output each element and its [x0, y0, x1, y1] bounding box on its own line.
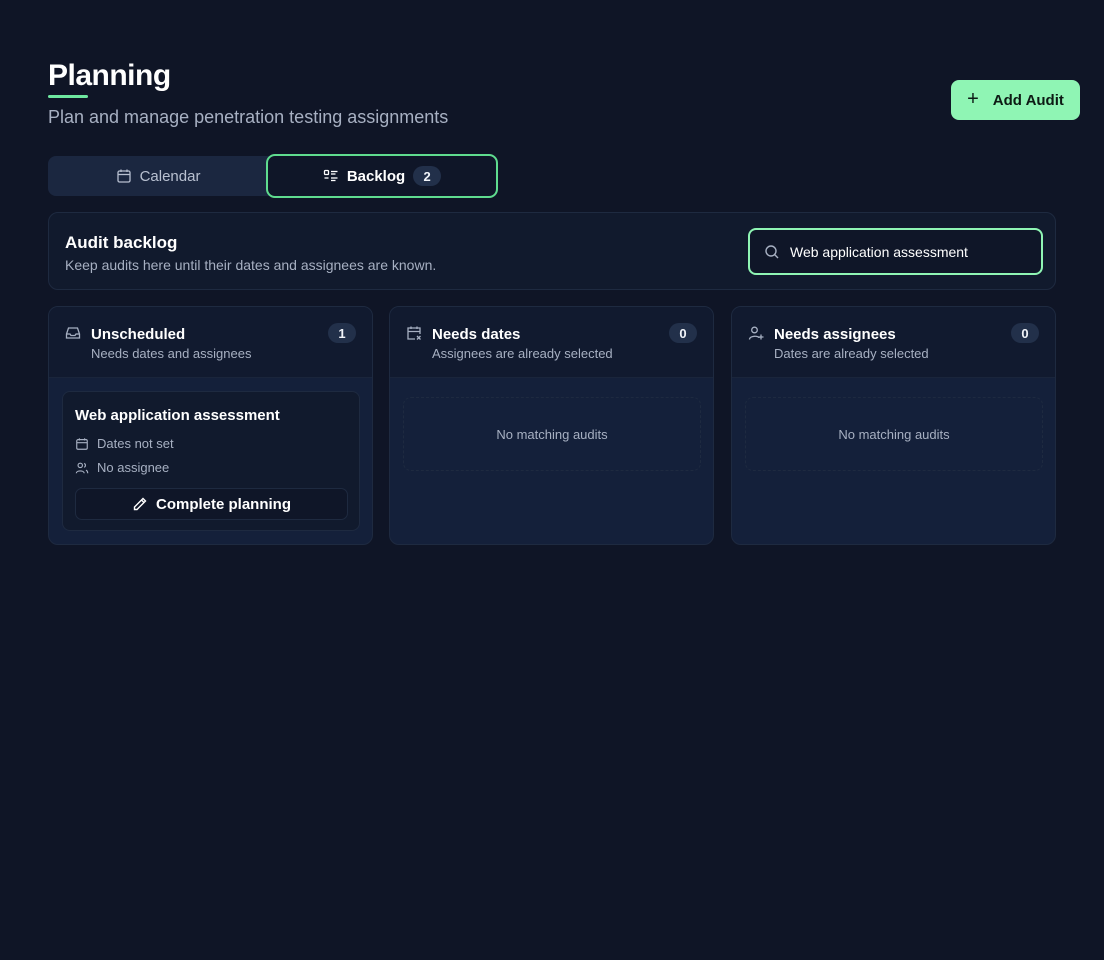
- page-title: Planning: [48, 59, 171, 92]
- complete-planning-button[interactable]: Complete planning: [75, 488, 348, 520]
- add-audit-label: Add Audit: [992, 91, 1064, 109]
- add-audit-button[interactable]: + Add Audit: [951, 80, 1080, 120]
- calendar-icon: [76, 437, 88, 450]
- users-icon: [75, 462, 89, 473]
- calendar-x-icon: [407, 326, 421, 340]
- empty-state: No matching audits: [403, 397, 701, 471]
- search-icon: [765, 244, 779, 258]
- title-underline: [48, 95, 88, 98]
- backlog-count-badge: 2: [413, 166, 442, 186]
- column-subtitle: Assignees are already selected: [432, 346, 613, 361]
- column-needs-dates: Needs dates Assignees are already select…: [389, 306, 714, 545]
- backlog-description: Keep audits here until their dates and a…: [65, 257, 437, 273]
- column-title: Needs assignees: [774, 326, 896, 343]
- audit-assignee-text: No assignee: [97, 460, 170, 475]
- column-title: Needs dates: [432, 326, 521, 343]
- audit-card[interactable]: Web application assessment Dates not set…: [62, 391, 360, 531]
- tab-calendar-label: Calendar: [139, 167, 201, 185]
- column-header: Needs dates Assignees are already select…: [390, 307, 713, 378]
- column-count-badge: 0: [1011, 323, 1039, 343]
- view-tabs: Calendar Backlog 2: [48, 154, 498, 198]
- calendar-icon: [116, 169, 131, 183]
- column-subtitle: Needs dates and assignees: [91, 346, 252, 361]
- complete-planning-label: Complete planning: [156, 495, 291, 513]
- column-count-badge: 0: [669, 323, 697, 343]
- search-field[interactable]: [748, 228, 1043, 275]
- audit-dates: Dates not set: [75, 436, 174, 451]
- pencil-icon: [133, 497, 147, 511]
- search-input[interactable]: [790, 243, 1020, 260]
- audit-title: Web application assessment: [75, 407, 280, 424]
- plus-icon: +: [967, 88, 979, 110]
- column-count-badge: 1: [328, 323, 356, 343]
- column-title: Unscheduled: [91, 326, 186, 343]
- column-needs-assignees: Needs assignees Dates are already select…: [731, 306, 1056, 545]
- column-header: Unscheduled Needs dates and assignees 1: [49, 307, 372, 378]
- audit-dates-text: Dates not set: [97, 436, 174, 451]
- tab-calendar[interactable]: Calendar: [48, 156, 268, 196]
- audit-assignee: No assignee: [75, 460, 169, 475]
- page-subtitle: Plan and manage penetration testing assi…: [48, 107, 449, 127]
- page-header: Planning Plan and manage penetration tes…: [48, 58, 448, 128]
- tab-backlog[interactable]: Backlog 2: [266, 154, 498, 198]
- empty-state: No matching audits: [745, 397, 1043, 471]
- list-icon: [323, 169, 338, 182]
- backlog-panel: Audit backlog Keep audits here until the…: [48, 212, 1056, 290]
- column-unscheduled: Unscheduled Needs dates and assignees 1 …: [48, 306, 373, 545]
- tab-backlog-label: Backlog: [346, 167, 406, 185]
- column-header: Needs assignees Dates are already select…: [732, 307, 1055, 378]
- inbox-icon: [65, 327, 81, 339]
- backlog-title: Audit backlog: [65, 233, 178, 252]
- user-plus-icon: [748, 326, 764, 340]
- column-subtitle: Dates are already selected: [774, 346, 929, 361]
